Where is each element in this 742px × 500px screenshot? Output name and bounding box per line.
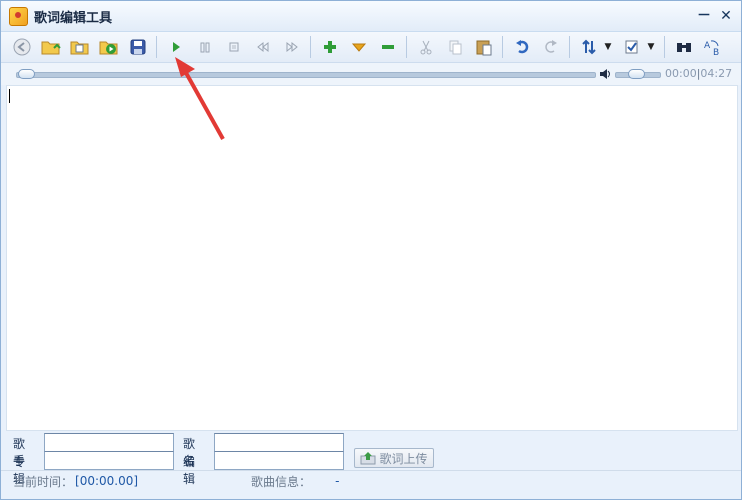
fast-forward-button[interactable] bbox=[280, 35, 304, 59]
rewind-button[interactable] bbox=[251, 35, 275, 59]
toolbar-separator bbox=[664, 36, 665, 58]
check-dropdown[interactable]: ▼ bbox=[646, 35, 656, 59]
volume-slider-handle[interactable] bbox=[628, 69, 645, 79]
annotation-arrow bbox=[175, 57, 225, 140]
volume-icon[interactable] bbox=[599, 68, 611, 80]
song-info-value: - bbox=[335, 474, 340, 488]
replace-icon: AB bbox=[704, 40, 719, 56]
svg-text:B: B bbox=[713, 48, 719, 56]
find-button[interactable] bbox=[672, 35, 696, 59]
current-time-label: 当前时间： bbox=[13, 474, 74, 489]
fast-forward-icon bbox=[286, 41, 298, 53]
lyrics-editor-area[interactable] bbox=[6, 85, 738, 431]
replace-button[interactable]: AB bbox=[701, 35, 725, 59]
sort-dropdown[interactable]: ▼ bbox=[603, 35, 613, 59]
sort-icon bbox=[581, 39, 596, 55]
upload-lyrics-button[interactable]: 歌词上传 bbox=[354, 448, 434, 468]
toolbar: ▼ ▼ AB bbox=[1, 32, 741, 63]
back-button[interactable] bbox=[10, 35, 34, 59]
remove-line-button[interactable] bbox=[376, 35, 400, 59]
current-time: 00:00 bbox=[665, 67, 697, 80]
save-icon bbox=[130, 39, 145, 55]
redo-icon bbox=[544, 40, 557, 53]
playback-bar: 00:00|04:27 bbox=[1, 63, 741, 85]
toolbar-separator bbox=[502, 36, 503, 58]
close-button[interactable]: ✕ bbox=[717, 7, 735, 25]
minimize-button[interactable]: － bbox=[695, 7, 713, 25]
add-line-button[interactable] bbox=[318, 35, 342, 59]
find-icon bbox=[676, 43, 691, 52]
total-time: 04:27 bbox=[700, 67, 733, 80]
open-media-button[interactable] bbox=[97, 35, 121, 59]
copy-icon bbox=[449, 40, 461, 55]
toolbar-separator bbox=[310, 36, 311, 58]
open-file-button[interactable] bbox=[68, 35, 92, 59]
app-icon bbox=[9, 6, 28, 26]
open-media-icon bbox=[99, 41, 117, 55]
song-name-input[interactable] bbox=[214, 433, 344, 452]
back-icon bbox=[13, 38, 30, 56]
open-folder-button[interactable] bbox=[39, 35, 63, 59]
add-icon bbox=[323, 41, 336, 53]
chevron-down-icon: ▼ bbox=[647, 42, 655, 52]
undo-button[interactable] bbox=[510, 35, 534, 59]
chevron-down-icon: ▼ bbox=[604, 42, 612, 52]
open-file-icon bbox=[70, 41, 88, 55]
toolbar-separator bbox=[569, 36, 570, 58]
window-title: 歌词编辑工具 bbox=[34, 10, 113, 26]
cut-icon bbox=[420, 40, 431, 55]
singer-input[interactable] bbox=[44, 433, 174, 452]
upload-button-label: 歌词上传 bbox=[379, 451, 428, 466]
album-input[interactable] bbox=[44, 451, 174, 470]
progress-slider-handle[interactable] bbox=[18, 69, 35, 79]
progress-track[interactable] bbox=[16, 72, 596, 78]
open-folder-icon bbox=[41, 41, 61, 55]
sort-button[interactable] bbox=[577, 35, 601, 59]
remove-icon bbox=[381, 45, 394, 49]
paste-icon bbox=[476, 40, 491, 56]
cut-button[interactable] bbox=[414, 35, 438, 59]
svg-text:A: A bbox=[704, 41, 711, 51]
title-bar: 歌词编辑工具 － ✕ bbox=[1, 1, 741, 32]
insert-down-icon bbox=[351, 43, 366, 52]
status-bar: 当前时间： [00:00.00] 歌曲信息： - bbox=[1, 470, 741, 491]
song-info-label: 歌曲信息： bbox=[251, 474, 312, 489]
check-icon bbox=[625, 40, 637, 54]
rewind-icon bbox=[256, 41, 268, 53]
paste-button[interactable] bbox=[472, 35, 496, 59]
current-time-value: [00:00.00] bbox=[75, 474, 139, 488]
insert-line-button[interactable] bbox=[347, 35, 371, 59]
check-button[interactable] bbox=[620, 35, 644, 59]
toolbar-separator bbox=[156, 36, 157, 58]
redo-button[interactable] bbox=[539, 35, 563, 59]
save-button[interactable] bbox=[126, 35, 150, 59]
text-caret bbox=[9, 89, 10, 103]
editor-input[interactable] bbox=[214, 451, 344, 470]
upload-icon bbox=[360, 452, 376, 465]
toolbar-separator bbox=[406, 36, 407, 58]
copy-button[interactable] bbox=[443, 35, 467, 59]
time-display: 00:00|04:27 bbox=[665, 67, 732, 80]
undo-icon bbox=[515, 40, 528, 54]
lyrics-editor-window: 歌词编辑工具 － ✕ ▼ ▼ A B 00:00|04:27 歌手 歌名 专辑 … bbox=[0, 0, 742, 500]
